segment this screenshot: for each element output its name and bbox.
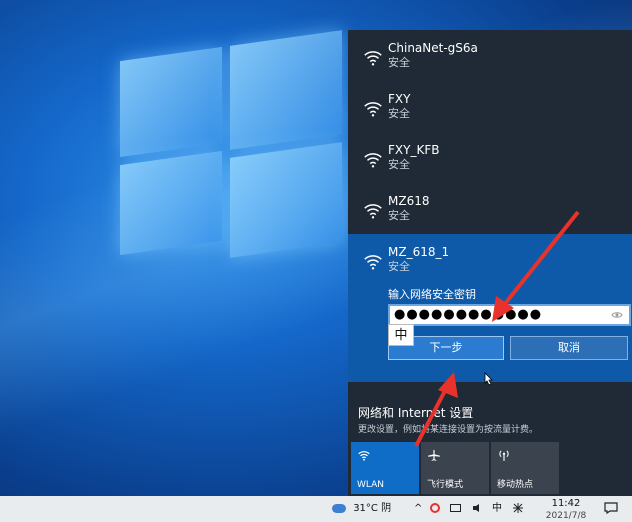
password-mask: ●●●●●●●●●●●● <box>394 307 543 322</box>
network-item-0[interactable]: ChinaNet-gS6a 安全 <box>348 30 632 81</box>
grid-glyph <box>513 503 523 513</box>
wifi-icon <box>364 51 382 66</box>
network-item-selected[interactable]: MZ_618_1 安全 输入网络安全密钥 ●●●●●●●●●●●● 下一步 取消… <box>348 234 632 382</box>
weather-text: 31°C 阴 <box>353 503 392 514</box>
mouse-cursor-icon <box>484 372 493 386</box>
logo-pane-top-right <box>230 30 342 150</box>
speaker-icon[interactable] <box>472 496 484 522</box>
network-name: FXY_KFB <box>388 143 440 157</box>
network-item-1[interactable]: FXY 安全 <box>348 81 632 132</box>
speaker-glyph <box>473 504 479 512</box>
network-name: MZ618 <box>388 194 430 208</box>
network-name: ChinaNet-gS6a <box>388 41 478 55</box>
logo-pane-top-left <box>120 46 222 158</box>
wifi-icon <box>364 204 382 219</box>
network-status: 安全 <box>388 260 410 273</box>
windows-logo <box>110 30 350 258</box>
ime-options-icon[interactable] <box>512 496 524 522</box>
network-status: 安全 <box>388 107 410 120</box>
tile-label: 飞行模式 <box>427 480 464 490</box>
security-key-input[interactable]: ●●●●●●●●●●●● <box>388 304 631 326</box>
taskbar: 31°C 阴 ^ 中 11:42 2021/7/8 <box>0 496 632 522</box>
wifi-icon <box>364 255 382 270</box>
ime-tray[interactable]: 中 <box>492 496 502 522</box>
network-name: MZ_618_1 <box>388 245 450 259</box>
network-status: 安全 <box>388 56 410 69</box>
cancel-button[interactable]: 取消 <box>510 336 628 360</box>
airplane-icon <box>428 449 440 461</box>
cloud-icon <box>332 503 346 513</box>
wlan-toggle-tile[interactable]: WLAN <box>351 442 419 494</box>
logo-pane-bottom-left <box>120 150 222 256</box>
weather-widget[interactable]: 31°C 阴 <box>332 496 391 522</box>
hotspot-icon <box>499 450 509 461</box>
record-dot <box>430 503 440 513</box>
network-status: 安全 <box>388 158 410 171</box>
network-tray-icon[interactable] <box>450 496 461 522</box>
mobile-hotspot-tile[interactable]: 移动热点 <box>491 442 559 494</box>
taskbar-clock[interactable]: 11:42 2021/7/8 <box>538 498 594 522</box>
notification-glyph <box>604 502 618 515</box>
ime-indicator: 中 <box>388 324 414 346</box>
network-item-3[interactable]: MZ618 安全 <box>348 183 632 234</box>
network-name: FXY <box>388 92 411 106</box>
clock-time: 11:42 <box>551 498 581 509</box>
network-settings-description: 更改设置，例如将某连接设置为按流量计费。 <box>358 425 539 435</box>
wifi-icon <box>358 451 370 461</box>
monitor-icon <box>450 504 461 512</box>
security-key-label: 输入网络安全密钥 <box>388 288 476 301</box>
wifi-icon <box>364 153 382 168</box>
wifi-icon <box>364 102 382 117</box>
network-flyout: ChinaNet-gS6a 安全 FXY 安全 FXY_KFB 安全 MZ618… <box>348 30 632 496</box>
network-settings-link[interactable]: 网络和 Internet 设置 <box>358 404 473 421</box>
tile-label: WLAN <box>357 480 385 490</box>
tile-label: 移动热点 <box>497 480 534 490</box>
logo-pane-bottom-right <box>230 142 342 258</box>
record-icon[interactable] <box>430 496 440 522</box>
clock-date: 2021/7/8 <box>545 511 587 521</box>
eye-icon[interactable] <box>611 310 623 320</box>
chevron-up-icon[interactable]: ^ <box>414 496 422 522</box>
network-item-2[interactable]: FXY_KFB 安全 <box>348 132 632 183</box>
notification-center-icon[interactable] <box>604 496 618 522</box>
airplane-mode-tile[interactable]: 飞行模式 <box>421 442 489 494</box>
network-status: 安全 <box>388 209 410 222</box>
